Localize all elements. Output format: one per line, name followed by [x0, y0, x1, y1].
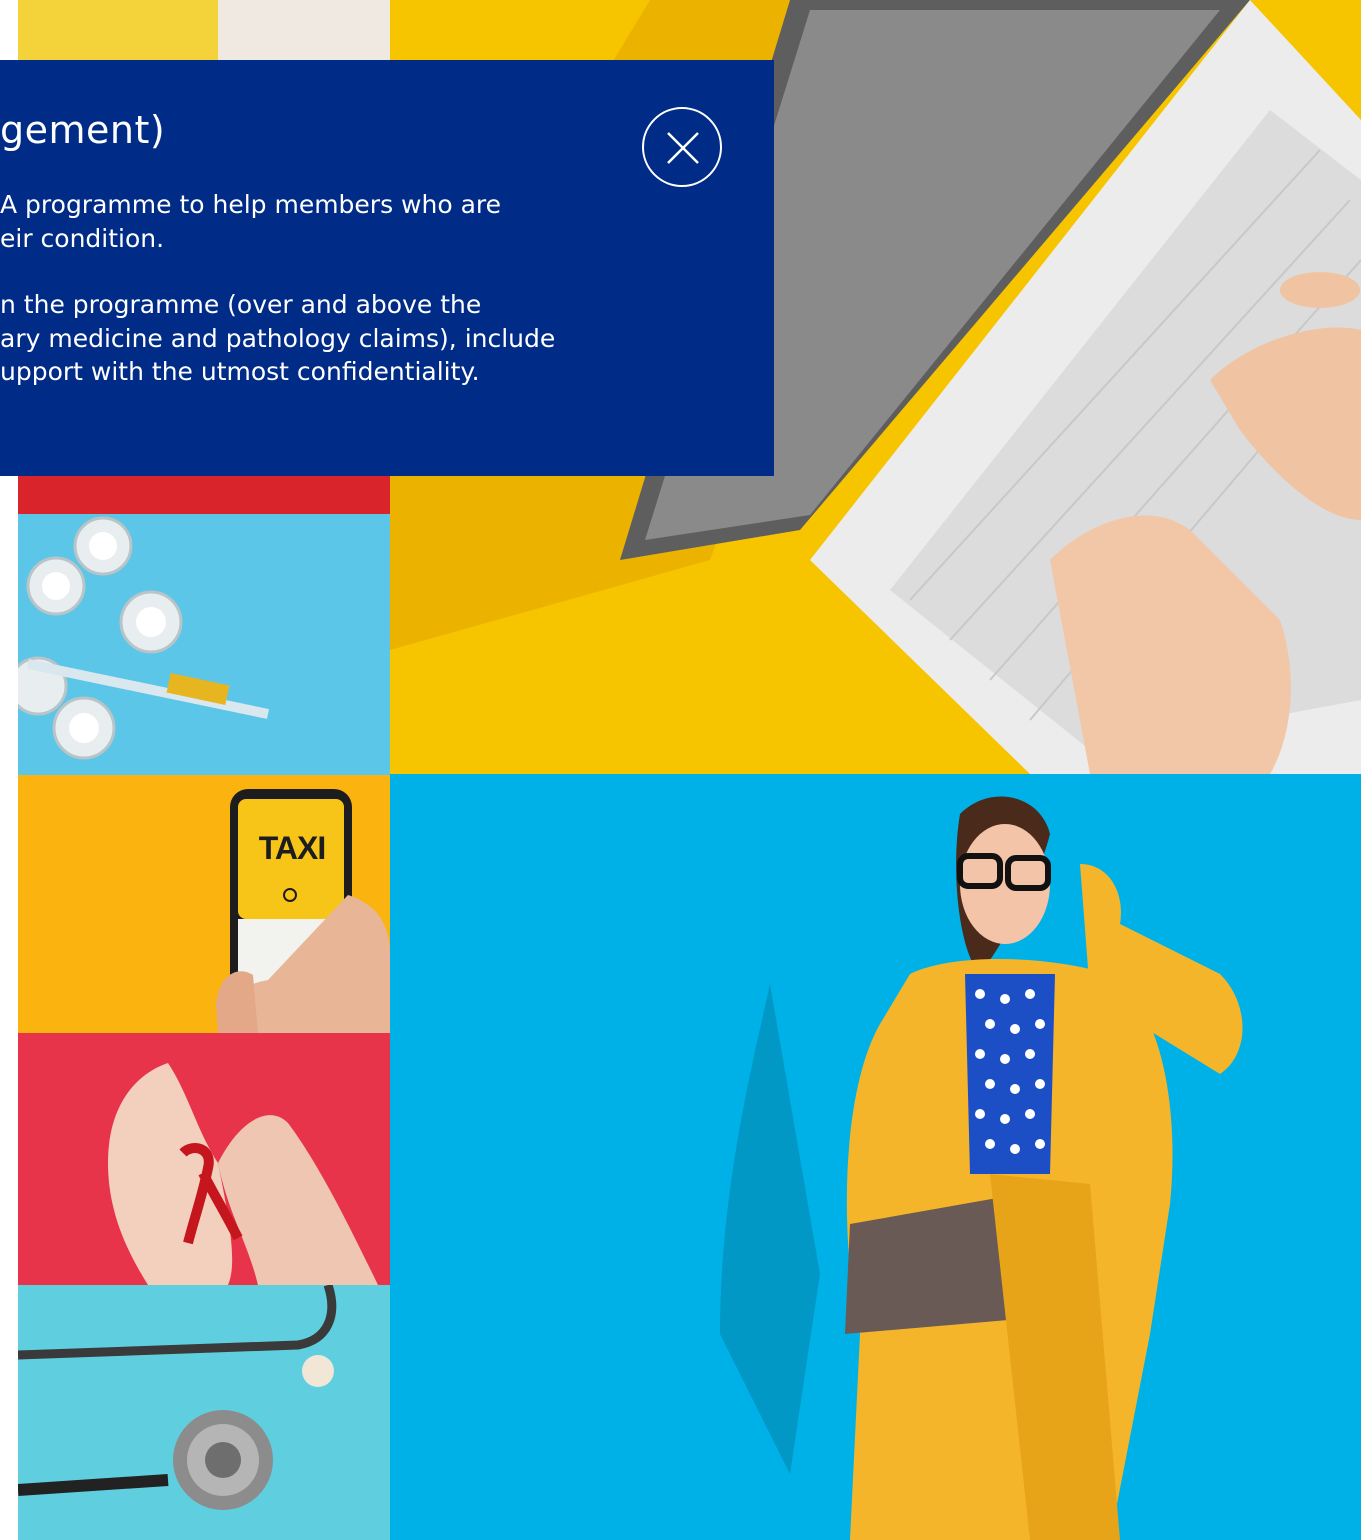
photo-taxi-phone: TAXI	[18, 775, 390, 1033]
modal-body: A programme to help members who are eir …	[0, 188, 555, 389]
close-icon	[667, 132, 699, 164]
photo-top-left	[18, 0, 390, 60]
photo-stethoscope	[18, 1285, 390, 1540]
photo-red-strip	[18, 476, 390, 514]
info-modal: gement) A programme to help members who …	[0, 60, 774, 476]
phone-screen-text: TAXI	[258, 830, 327, 866]
modal-paragraph-2-line-3: upport with the utmost confidentiality.	[0, 357, 480, 386]
photo-woman	[390, 774, 1361, 1540]
modal-paragraph-1-line-1: A programme to help members who are	[0, 190, 502, 219]
modal-title: gement)	[0, 108, 166, 152]
photo-vials	[18, 514, 390, 775]
modal-paragraph-2-line-2: ary medicine and pathology claims), incl…	[0, 323, 556, 353]
modal-paragraph-2-line-1: n the programme (over and above the	[0, 290, 482, 319]
photo-ribbon	[18, 1033, 390, 1285]
close-button[interactable]	[642, 107, 722, 187]
modal-paragraph-1-line-2: eir condition.	[0, 223, 165, 253]
